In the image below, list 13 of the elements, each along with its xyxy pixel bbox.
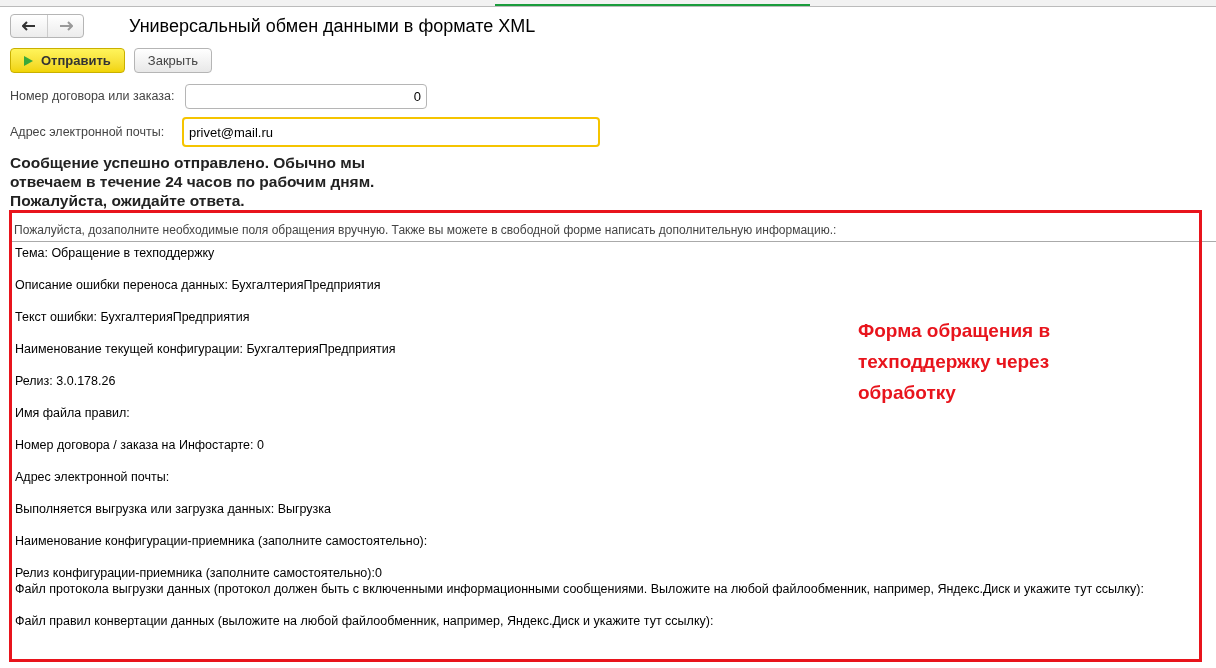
send-button[interactable]: Отправить — [10, 48, 125, 73]
success-message: Сообщение успешно отправлено. Обычно мы отвечаем в течение 24 часов по рабочим дням. Пожалуйста, ожидайте ответа. — [10, 153, 376, 210]
close-button[interactable]: Закрыть — [133, 48, 212, 73]
back-arrow-icon — [22, 21, 36, 31]
field-label: Номер договора или заказа: — [10, 88, 176, 106]
field-label: Адрес электронной почты: — [10, 123, 166, 141]
forward-arrow-icon — [58, 21, 73, 31]
annotation-text: Форма обращения в техподдержку через обработку — [858, 319, 1052, 405]
window-title: Универсальный обмен данными в формате XML — [129, 14, 536, 38]
request-label: Пожалуйста, дозаполните необходимые поля обращения вручную. Также вы можете в свободной форме написать дополнительную информацию.: — [14, 221, 838, 239]
input-field[interactable]: privet@mail.ru — [182, 117, 600, 147]
play-icon — [24, 55, 33, 66]
input-field[interactable]: 0 — [185, 84, 427, 109]
